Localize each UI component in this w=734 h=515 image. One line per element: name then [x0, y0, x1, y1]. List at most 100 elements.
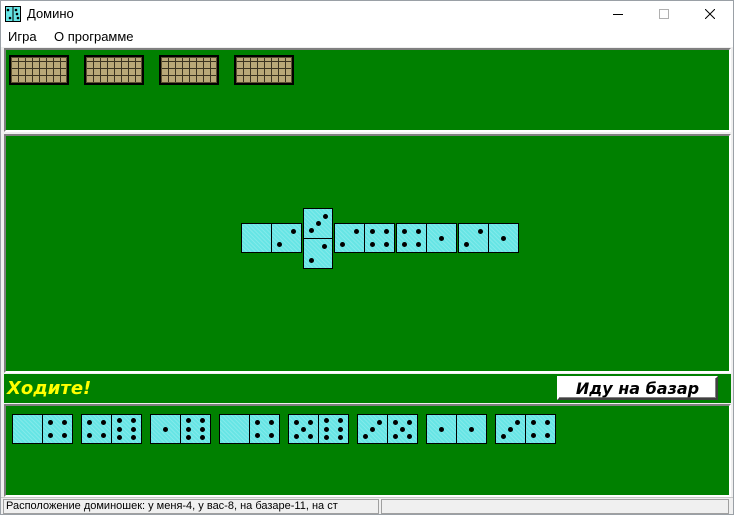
menu-about[interactable]: О программе — [54, 29, 134, 44]
table-domino — [396, 223, 457, 253]
pip — [186, 426, 192, 432]
pip — [117, 426, 123, 432]
pip — [268, 432, 274, 438]
pip — [309, 257, 315, 263]
pip — [383, 241, 389, 247]
player-domino[interactable] — [219, 414, 280, 444]
maximize-button[interactable] — [641, 1, 687, 27]
status-pane-empty — [381, 499, 729, 514]
player-domino[interactable] — [357, 414, 418, 444]
domino-half — [289, 415, 318, 443]
pip — [186, 418, 192, 424]
pip — [48, 420, 54, 426]
pip — [383, 229, 389, 235]
domino-half — [242, 224, 271, 252]
message-bar: Ходите! Иду на базар — [4, 374, 731, 403]
opponent-hand-panel — [4, 48, 731, 132]
opponent-tile-back — [234, 55, 294, 85]
pip — [87, 432, 93, 438]
pip — [290, 229, 296, 235]
pip — [87, 420, 93, 426]
minimize-button[interactable] — [595, 1, 641, 27]
pip — [439, 235, 444, 241]
domino-half — [43, 415, 72, 443]
game-table-panel — [4, 134, 731, 373]
pip — [48, 432, 54, 438]
pip — [186, 434, 192, 440]
pip — [199, 426, 205, 432]
domino-half — [459, 224, 488, 252]
domino-half — [319, 415, 348, 443]
domino-half — [388, 415, 417, 443]
domino-half — [457, 415, 486, 443]
pip — [500, 433, 506, 439]
status-bar: Расположение доминошек: у меня-4, у вас-… — [1, 497, 733, 514]
player-domino[interactable] — [81, 414, 142, 444]
player-domino[interactable] — [12, 414, 73, 444]
pip — [407, 433, 413, 439]
domino-half — [397, 224, 426, 252]
close-icon — [705, 9, 715, 19]
pip — [415, 229, 421, 235]
opponent-tile-back — [159, 55, 219, 85]
pip — [308, 228, 314, 234]
domino-half — [304, 239, 332, 268]
menu-bar: Игра О программе — [1, 27, 733, 47]
domino-half — [250, 415, 279, 443]
go-to-bazaar-button[interactable]: Иду на базар — [557, 376, 718, 400]
pip — [415, 241, 421, 247]
pip — [61, 420, 67, 426]
pip — [301, 426, 306, 432]
close-button[interactable] — [687, 1, 733, 27]
domino-half — [13, 415, 42, 443]
pip — [255, 420, 261, 426]
domino-half — [358, 415, 387, 443]
pip — [531, 432, 537, 438]
pip — [255, 432, 261, 438]
player-domino[interactable] — [426, 414, 487, 444]
table-domino — [303, 208, 333, 269]
player-domino[interactable] — [288, 414, 349, 444]
pip — [199, 418, 205, 424]
pip — [199, 434, 205, 440]
pip — [392, 433, 398, 439]
domino-half — [181, 415, 210, 443]
greek-key-pattern — [236, 57, 292, 83]
pip — [370, 229, 376, 235]
pip — [370, 426, 375, 432]
pip — [308, 419, 314, 425]
pip — [268, 420, 274, 426]
domino-half — [272, 224, 301, 252]
pip — [362, 433, 368, 439]
pip — [324, 434, 330, 440]
pip — [293, 433, 299, 439]
menu-game[interactable]: Игра — [8, 29, 37, 44]
pip — [477, 229, 483, 235]
pip — [515, 419, 521, 425]
pip — [315, 221, 321, 226]
pip — [100, 420, 106, 426]
pip — [400, 426, 405, 432]
pip — [100, 432, 106, 438]
domino-half — [304, 209, 332, 238]
pip — [407, 419, 413, 425]
title-bar[interactable]: Домино — [1, 1, 733, 27]
player-domino[interactable] — [495, 414, 556, 444]
minimize-icon — [613, 14, 623, 15]
domino-half — [496, 415, 525, 443]
pip — [531, 420, 537, 426]
domino-app-icon — [5, 6, 21, 22]
pip — [392, 419, 398, 425]
pip — [340, 241, 346, 247]
pip — [337, 434, 343, 440]
domino-half — [82, 415, 111, 443]
pip — [324, 418, 330, 424]
pip — [353, 229, 359, 235]
pip — [308, 433, 314, 439]
pip — [117, 418, 123, 424]
player-domino[interactable] — [150, 414, 211, 444]
pip — [402, 241, 408, 247]
pip — [130, 418, 136, 424]
pip — [544, 432, 550, 438]
table-domino — [458, 223, 519, 253]
